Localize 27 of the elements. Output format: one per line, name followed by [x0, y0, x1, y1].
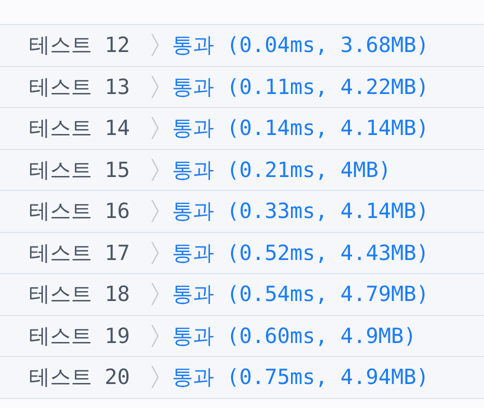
test-label: 테스트 16	[29, 198, 131, 226]
test-label: 테스트 17	[29, 240, 131, 267]
test-label: 테스트 18	[29, 281, 131, 308]
test-result: 통과 (0.21ms, 4MB)	[172, 156, 392, 184]
test-result: 통과 (0.04ms, 3.68MB)	[172, 32, 429, 60]
test-label: 테스트 13	[29, 74, 131, 101]
chevron-icon	[150, 158, 160, 182]
test-label: 테스트 20	[29, 364, 131, 392]
test-result: 통과 (0.54ms, 4.79MB)	[172, 281, 429, 308]
test-result: 통과 (0.75ms, 4.94MB)	[172, 364, 429, 392]
test-result: 통과 (0.11ms, 4.22MB)	[172, 74, 429, 101]
test-result: 통과 (0.14ms, 4.14MB)	[172, 115, 429, 142]
chevron-icon	[150, 240, 160, 265]
test-label: 테스트 19	[29, 322, 131, 350]
test-result: 통과 (0.52ms, 4.43MB)	[172, 240, 429, 267]
test-result: 통과 (0.60ms, 4.9MB)	[172, 322, 416, 350]
test-label: 테스트 14	[29, 115, 131, 142]
chevron-icon	[150, 365, 160, 390]
chevron-icon	[150, 199, 160, 224]
test-label: 테스트 12	[29, 32, 131, 60]
chevron-icon	[150, 282, 160, 306]
test-label: 테스트 15	[29, 156, 131, 184]
chevron-icon	[150, 74, 160, 99]
chevron-icon	[150, 33, 160, 58]
test-result: 통과 (0.33ms, 4.14MB)	[172, 198, 429, 226]
chevron-icon	[150, 324, 160, 348]
chevron-icon	[150, 116, 160, 140]
